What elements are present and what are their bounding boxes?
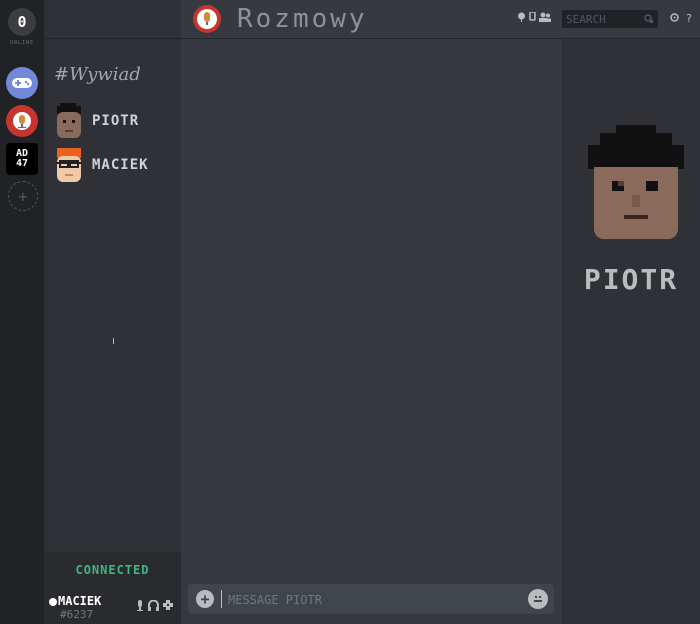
member-maciek[interactable]: MACIEK — [52, 146, 149, 184]
mention-icon[interactable] — [529, 11, 536, 25]
member-name: MACIEK — [92, 157, 149, 173]
upload-plus-icon[interactable]: + — [196, 590, 214, 608]
rozmowy-logo-icon — [193, 5, 221, 33]
rozmowy-server-icon[interactable] — [6, 105, 38, 137]
gamepad-icon — [12, 78, 32, 88]
app-title: Rozmowy — [237, 4, 368, 34]
online-caption: ONLINE — [9, 40, 35, 46]
top-header: Rozmowy SEARCH ? — [181, 0, 700, 39]
help-controls: ? — [670, 12, 692, 25]
chat-area — [181, 0, 562, 624]
home-label: 0 — [17, 13, 27, 31]
help-icon[interactable]: ? — [686, 12, 693, 25]
user-panel: MACIEK #6237 — [44, 588, 181, 624]
user-name: MACIEK — [58, 594, 102, 608]
channel-sidebar-header — [44, 0, 181, 39]
cursor-mark — [113, 338, 114, 344]
profile-panel: PIOTR — [562, 39, 700, 624]
channel-name[interactable]: #Wywiad — [54, 64, 141, 85]
add-server-button[interactable]: + — [8, 181, 38, 211]
ad47-bottom-label: 47 — [15, 158, 29, 169]
member-name: PIOTR — [92, 113, 140, 129]
microphone-toggle-icon[interactable] — [136, 600, 144, 614]
composer-cursor — [221, 590, 222, 608]
settings-gear-icon[interactable] — [163, 600, 173, 614]
header-icons — [517, 11, 551, 25]
search-placeholder: SEARCH — [566, 12, 606, 26]
message-input[interactable] — [226, 589, 510, 611]
members-icon[interactable] — [539, 12, 551, 25]
user-controls — [136, 599, 173, 614]
online-dot-icon — [49, 598, 57, 606]
connection-status: CONNECTED — [44, 552, 181, 588]
server-rail: 0 ONLINE AD 47 + — [0, 0, 44, 624]
plus-icon: + — [18, 186, 28, 206]
ad47-server-icon[interactable]: AD 47 — [6, 143, 38, 175]
at-mention-icon[interactable] — [670, 12, 686, 25]
search-icon — [644, 14, 653, 23]
piotr-profile-avatar — [588, 125, 684, 239]
home-button[interactable]: 0 — [8, 8, 36, 36]
microphone-icon — [13, 112, 31, 130]
message-composer: + — [188, 584, 554, 614]
app: 0 ONLINE AD 47 + #Wywiad PIOTR MACIEK CO… — [0, 0, 700, 624]
profile-name: PIOTR — [583, 263, 679, 296]
user-tag: #6237 — [60, 608, 94, 621]
gamepad-server-icon[interactable] — [6, 67, 38, 99]
headphones-toggle-icon[interactable] — [148, 599, 159, 614]
emoji-icon[interactable] — [528, 589, 548, 609]
pin-icon[interactable] — [517, 12, 526, 25]
channel-sidebar: #Wywiad PIOTR MACIEK CONNECTED MACIEK #6… — [44, 0, 181, 624]
maciek-avatar — [56, 148, 82, 182]
member-piotr[interactable]: PIOTR — [52, 102, 139, 140]
search-bar[interactable]: SEARCH — [562, 10, 658, 28]
piotr-avatar — [57, 103, 81, 138]
